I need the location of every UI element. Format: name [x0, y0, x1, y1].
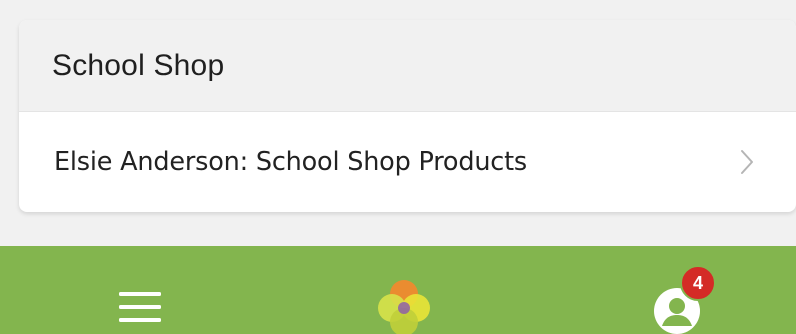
school-shop-card: School Shop Elsie Anderson: School Shop …	[19, 20, 796, 212]
list-item-label: Elsie Anderson: School Shop Products	[54, 147, 527, 177]
app-logo-icon	[378, 280, 430, 334]
card-title: School Shop	[52, 48, 225, 82]
tab-profile[interactable]: 4	[636, 246, 726, 334]
list-item-school-shop-products[interactable]: Elsie Anderson: School Shop Products	[19, 112, 796, 212]
hamburger-menu-icon	[119, 292, 161, 322]
bottom-tab-bar: 4	[0, 246, 796, 334]
chevron-right-icon	[741, 150, 753, 174]
tab-menu[interactable]	[105, 246, 175, 334]
card-header: School Shop	[19, 20, 796, 112]
tab-home[interactable]	[365, 246, 441, 334]
notification-badge: 4	[680, 265, 716, 301]
